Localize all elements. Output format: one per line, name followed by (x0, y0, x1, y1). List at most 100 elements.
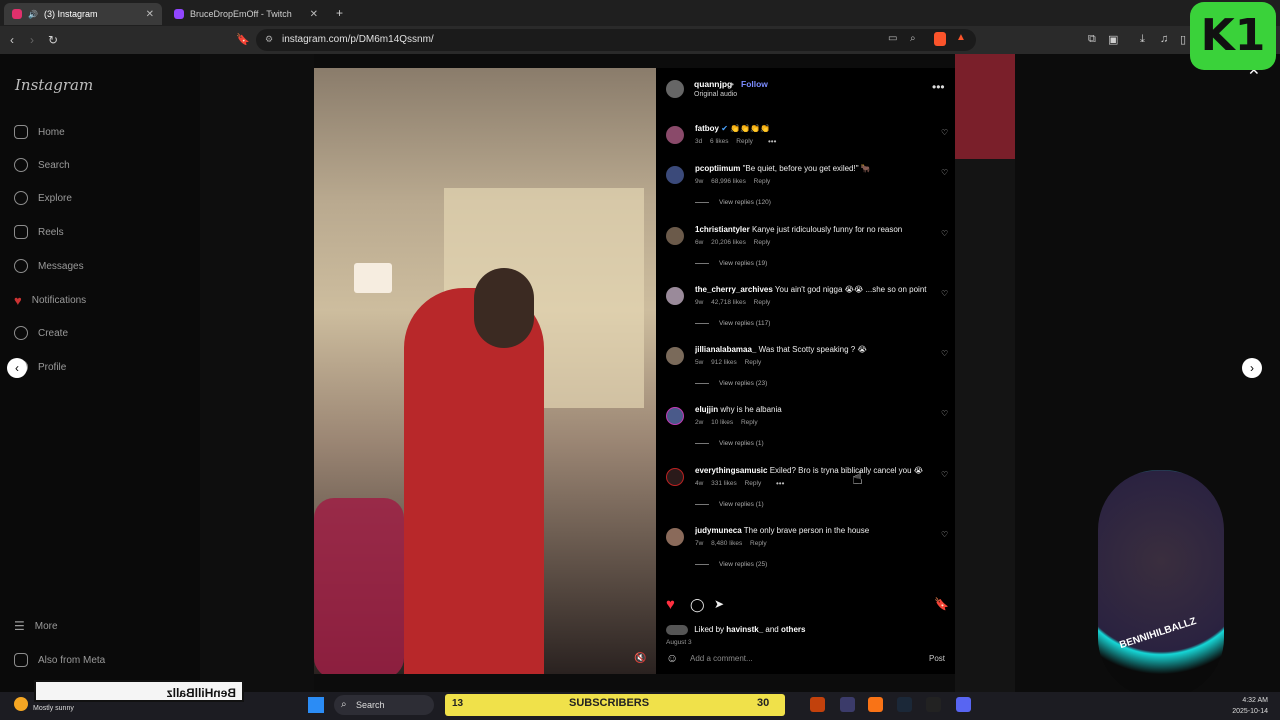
sidebar-item-more[interactable]: ☰ More (14, 616, 58, 636)
sidebar-toggle-icon[interactable]: ▯ (1180, 33, 1186, 46)
like-comment-icon[interactable]: ♡ (941, 409, 948, 418)
reload-icon[interactable]: ↻ (48, 33, 58, 47)
app-icon[interactable] (868, 697, 883, 712)
post-username[interactable]: quannjpg (694, 79, 732, 89)
weather-icon[interactable] (14, 697, 28, 711)
previous-post-button[interactable]: ‹ (7, 358, 27, 378)
tab-search-icon[interactable]: ▣ (1108, 33, 1118, 46)
sidebar-item-also-from-meta[interactable]: Also from Meta (14, 650, 105, 670)
screen-icon[interactable]: ▭ (888, 33, 897, 44)
post-video[interactable]: 🔇 (314, 68, 656, 674)
avatar[interactable] (666, 468, 684, 486)
share-icon[interactable]: ➤ (714, 597, 724, 611)
tab-twitch[interactable]: BruceDropEmOff - Twitch ✕ (166, 3, 326, 25)
emoji-icon[interactable]: ☺ (666, 651, 678, 665)
comment-username[interactable]: the_cherry_archives (695, 285, 773, 294)
like-comment-icon[interactable]: ♡ (941, 470, 948, 479)
sidebar-item-create[interactable]: Create (14, 323, 68, 343)
sidebar-item-explore[interactable]: Explore (14, 188, 72, 208)
reply-button[interactable]: Reply (754, 299, 771, 306)
like-icon[interactable]: ♥ (666, 596, 675, 613)
like-comment-icon[interactable]: ♡ (941, 128, 948, 137)
steam-icon[interactable] (897, 697, 912, 712)
sidebar-item-reels[interactable]: Reels (14, 222, 64, 242)
sidebar-item-notifications[interactable]: ♥ Notifications (14, 290, 86, 310)
app-icon[interactable] (840, 697, 855, 712)
site-info-icon[interactable]: ⚙ (265, 34, 273, 45)
like-comment-icon[interactable]: ♡ (941, 229, 948, 238)
avatar[interactable] (666, 528, 684, 546)
comment-likes[interactable]: 68,996 likes (711, 178, 746, 185)
view-replies-button[interactable]: View replies (23) (695, 380, 767, 387)
taskbar-search[interactable]: ⌕ Search (334, 695, 434, 715)
comment-options-icon[interactable]: ••• (776, 479, 784, 488)
view-replies-button[interactable]: View replies (1) (695, 501, 764, 508)
audio-label[interactable]: Original audio (694, 91, 737, 98)
address-bar[interactable]: ⚙ instagram.com/p/DM6m14Qssnm/ ▭ ⌕ ▲ (256, 29, 976, 51)
reply-button[interactable]: Reply (745, 480, 762, 487)
comment-username[interactable]: judymuneca (695, 526, 742, 535)
sidebar-item-search[interactable]: Search (14, 155, 70, 175)
new-tab-button[interactable]: + (336, 6, 343, 20)
avatar[interactable] (666, 80, 684, 98)
like-comment-icon[interactable]: ♡ (941, 530, 948, 539)
rewards-icon[interactable]: ▲ (956, 32, 966, 43)
download-icon[interactable]: ⤓ (1140, 33, 1145, 46)
comment-username[interactable]: pcoptiimum (695, 164, 740, 173)
reply-button[interactable]: Reply (750, 540, 767, 547)
liked-by-user[interactable]: havinstk_ (726, 625, 763, 634)
comment-likes[interactable]: 331 likes (711, 480, 737, 487)
comment-likes[interactable]: 912 likes (711, 359, 737, 366)
brave-shield-icon[interactable] (934, 32, 946, 46)
avatar[interactable] (666, 407, 684, 425)
comment-username[interactable]: fatboy (695, 124, 719, 133)
comment-username[interactable]: everythingsamusic (695, 466, 767, 475)
reply-button[interactable]: Reply (754, 178, 771, 185)
comment-options-icon[interactable]: ••• (768, 137, 776, 146)
avatar[interactable] (666, 166, 684, 184)
avatar[interactable] (666, 347, 684, 365)
view-replies-button[interactable]: View replies (117) (695, 320, 770, 327)
reply-button[interactable]: Reply (736, 138, 753, 145)
app-icon[interactable] (810, 697, 825, 712)
follow-button[interactable]: Follow (741, 79, 768, 89)
avatar[interactable] (666, 287, 684, 305)
media-icon[interactable]: ♫ (1160, 33, 1168, 45)
comment-username[interactable]: 1christiantyler (695, 225, 750, 234)
comment-likes[interactable]: 42,718 likes (711, 299, 746, 306)
like-comment-icon[interactable]: ♡ (941, 289, 948, 298)
comment-username[interactable]: elujjin (695, 405, 718, 414)
like-comment-icon[interactable]: ♡ (941, 168, 948, 177)
reply-button[interactable]: Reply (754, 239, 771, 246)
view-replies-button[interactable]: View replies (25) (695, 561, 767, 568)
bookmark-icon[interactable]: 🔖 (236, 33, 250, 46)
close-icon[interactable]: ✕ (146, 9, 154, 20)
sidebar-item-messages[interactable]: Messages (14, 256, 84, 276)
view-replies-button[interactable]: View replies (19) (695, 260, 767, 267)
comment-icon[interactable]: ◯ (690, 597, 705, 613)
next-post-button[interactable]: › (1242, 358, 1262, 378)
zoom-icon[interactable]: ⌕ (910, 33, 916, 44)
tab-instagram[interactable]: 🔊 (3) Instagram ✕ (4, 3, 162, 25)
view-replies-button[interactable]: View replies (1) (695, 440, 764, 447)
comment-likes[interactable]: 20,206 likes (711, 239, 746, 246)
like-comment-icon[interactable]: ♡ (941, 349, 948, 358)
liked-by-others[interactable]: others (781, 625, 805, 634)
close-icon[interactable]: ✕ (310, 9, 318, 20)
save-icon[interactable]: 🔖 (934, 597, 949, 611)
instagram-logo[interactable]: Instagram (15, 76, 93, 94)
comment-likes[interactable]: 10 likes (711, 419, 733, 426)
extensions-icon[interactable]: ⧉ (1088, 33, 1096, 46)
mute-icon[interactable]: 🔇 (634, 653, 646, 664)
more-options-icon[interactable]: ••• (932, 80, 945, 94)
avatar[interactable] (666, 227, 684, 245)
reply-button[interactable]: Reply (745, 359, 762, 366)
sidebar-item-home[interactable]: Home (14, 122, 65, 142)
post-button[interactable]: Post (929, 654, 945, 663)
weather-text[interactable]: Mostly sunny (33, 705, 74, 712)
comment-input[interactable]: Add a comment... (690, 654, 753, 663)
speaker-icon[interactable]: 🔊 (28, 10, 38, 19)
avatar[interactable] (666, 126, 684, 144)
system-clock[interactable]: 4:32 AM 2025-10-14 (1230, 695, 1268, 717)
windows-start-icon[interactable] (308, 697, 324, 713)
